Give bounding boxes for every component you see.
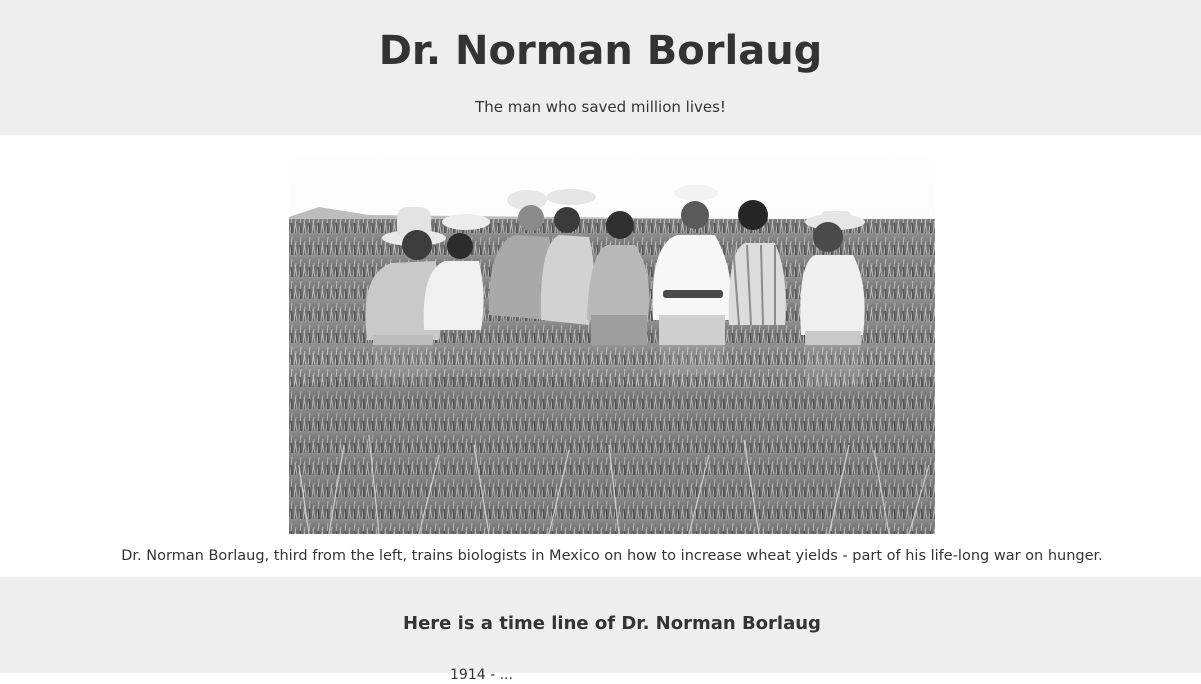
page-tagline: The man who saved million lives! <box>475 98 726 116</box>
photo-caption: Dr. Norman Borlaug, third from the left,… <box>121 548 1103 564</box>
borlaug-photo <box>289 145 935 534</box>
page-header: Dr. Norman Borlaug The man who saved mil… <box>0 0 1201 135</box>
timeline-section: Here is a time line of Dr. Norman Borlau… <box>0 577 1201 683</box>
timeline-heading: Here is a time line of Dr. Norman Borlau… <box>403 613 821 634</box>
timeline-first-item: 1914 - ... <box>450 667 513 683</box>
page-title: Dr. Norman Borlaug <box>378 28 823 74</box>
